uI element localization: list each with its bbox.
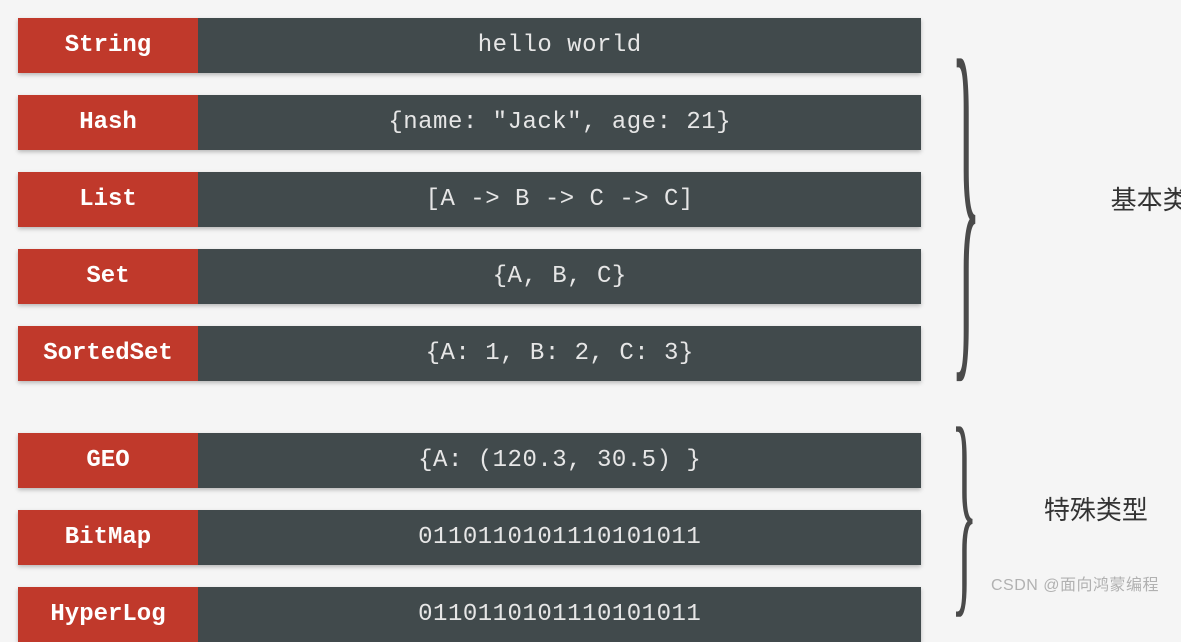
type-row-hash: Hash {name: "Jack", age: 21} bbox=[18, 95, 921, 150]
type-label: HyperLog bbox=[18, 587, 198, 642]
type-value: hello world bbox=[198, 18, 921, 73]
watermark-text: CSDN @面向鸿蒙编程 bbox=[991, 571, 1159, 595]
rows-column: String hello world Hash {name: "Jack", a… bbox=[18, 18, 921, 642]
type-row-geo: GEO {A: (120.3, 30.5) } bbox=[18, 433, 921, 488]
type-label: Hash bbox=[18, 95, 198, 150]
type-value: [A -> B -> C -> C] bbox=[198, 172, 921, 227]
group-label-special: 特殊类型 bbox=[1044, 490, 1148, 527]
group-basic: } 基本类型 bbox=[951, 8, 1181, 388]
brace-icon: } bbox=[951, 23, 981, 374]
type-label: Set bbox=[18, 249, 198, 304]
type-row-list: List [A -> B -> C -> C] bbox=[18, 172, 921, 227]
group-gap bbox=[18, 403, 921, 433]
type-value: 0110110101110101011 bbox=[198, 587, 921, 642]
group-label-basic: 基本类型 bbox=[1111, 180, 1181, 217]
brace-icon: } bbox=[951, 405, 977, 612]
type-value: 0110110101110101011 bbox=[198, 510, 921, 565]
brackets-column: } 基本类型 } 特殊类型 bbox=[921, 18, 1181, 642]
type-row-set: Set {A, B, C} bbox=[18, 249, 921, 304]
type-row-sortedset: SortedSet {A: 1, B: 2, C: 3} bbox=[18, 326, 921, 381]
type-row-bitmap: BitMap 0110110101110101011 bbox=[18, 510, 921, 565]
type-label: BitMap bbox=[18, 510, 198, 565]
type-value: {A: 1, B: 2, C: 3} bbox=[198, 326, 921, 381]
type-value: {A, B, C} bbox=[198, 249, 921, 304]
type-value: {A: (120.3, 30.5) } bbox=[198, 433, 921, 488]
type-label: String bbox=[18, 18, 198, 73]
type-label: SortedSet bbox=[18, 326, 198, 381]
diagram-container: String hello world Hash {name: "Jack", a… bbox=[0, 0, 1181, 642]
type-row-hyperlog: HyperLog 0110110101110101011 bbox=[18, 587, 921, 642]
type-label: List bbox=[18, 172, 198, 227]
type-value: {name: "Jack", age: 21} bbox=[198, 95, 921, 150]
type-label: GEO bbox=[18, 433, 198, 488]
type-row-string: String hello world bbox=[18, 18, 921, 73]
